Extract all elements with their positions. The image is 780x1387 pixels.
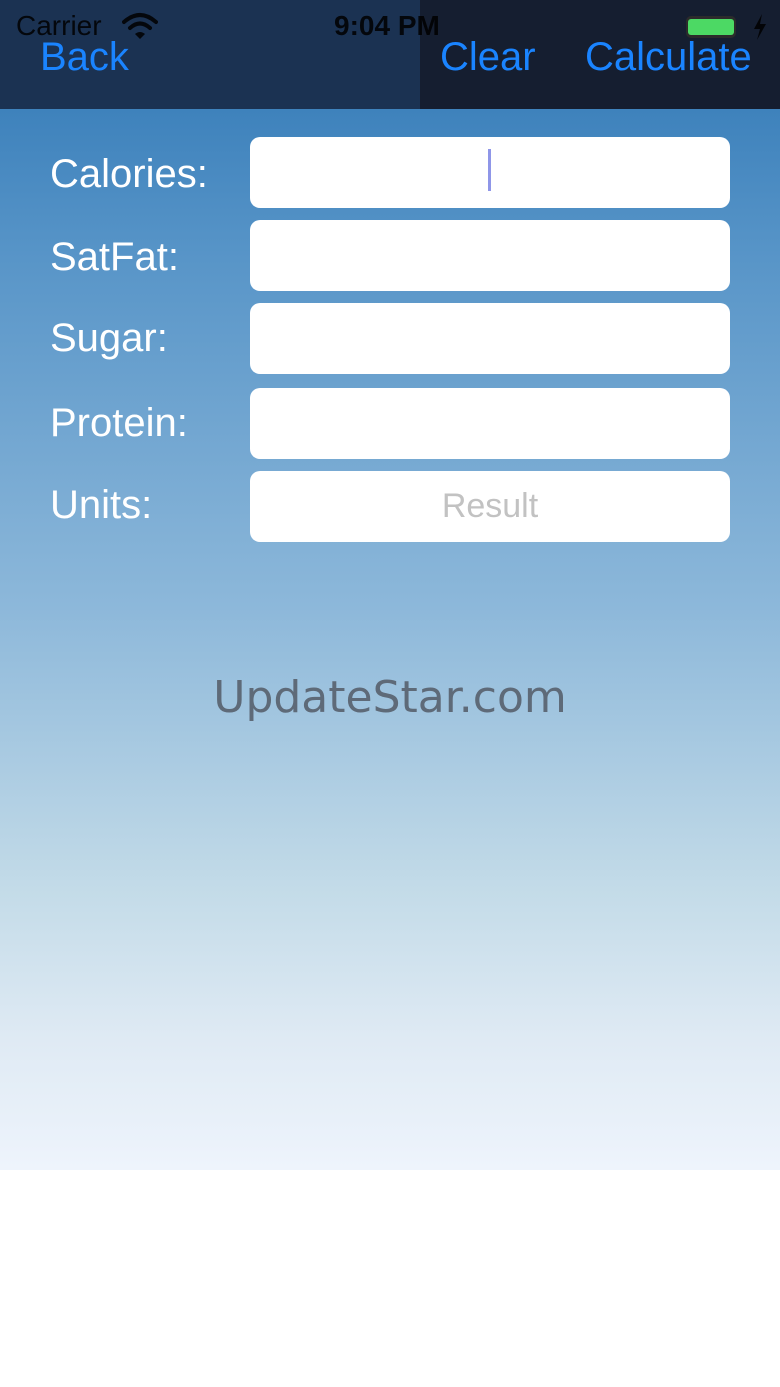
- navigation-bar: Carrier 9:04 PM Back Clear Calculate: [0, 0, 780, 109]
- satfat-label: SatFat:: [50, 235, 179, 279]
- sugar-label: Sugar:: [50, 316, 168, 360]
- status-time: 9:04 PM: [334, 10, 440, 41]
- units-label: Units:: [50, 483, 153, 527]
- protein-label: Protein:: [50, 401, 188, 445]
- calculate-button[interactable]: Calculate: [585, 34, 752, 80]
- text-cursor: [488, 149, 491, 191]
- calories-label: Calories:: [50, 152, 208, 196]
- units-result-field[interactable]: [250, 471, 730, 542]
- sugar-field[interactable]: [250, 303, 730, 374]
- app-screen: Carrier 9:04 PM Back Clear Calculate Cal…: [0, 0, 780, 1387]
- watermark-text: UpdateStar.com: [213, 672, 567, 723]
- battery-level: [688, 19, 734, 35]
- back-button[interactable]: Back: [40, 34, 129, 80]
- bottom-blank-area: [0, 1170, 780, 1387]
- clear-button[interactable]: Clear: [440, 34, 536, 80]
- protein-field[interactable]: [250, 388, 730, 459]
- charging-bolt-icon: [754, 14, 766, 40]
- form-panel: Calories: SatFat: Sugar: Protein: Units:…: [0, 109, 780, 1170]
- satfat-field[interactable]: [250, 220, 730, 291]
